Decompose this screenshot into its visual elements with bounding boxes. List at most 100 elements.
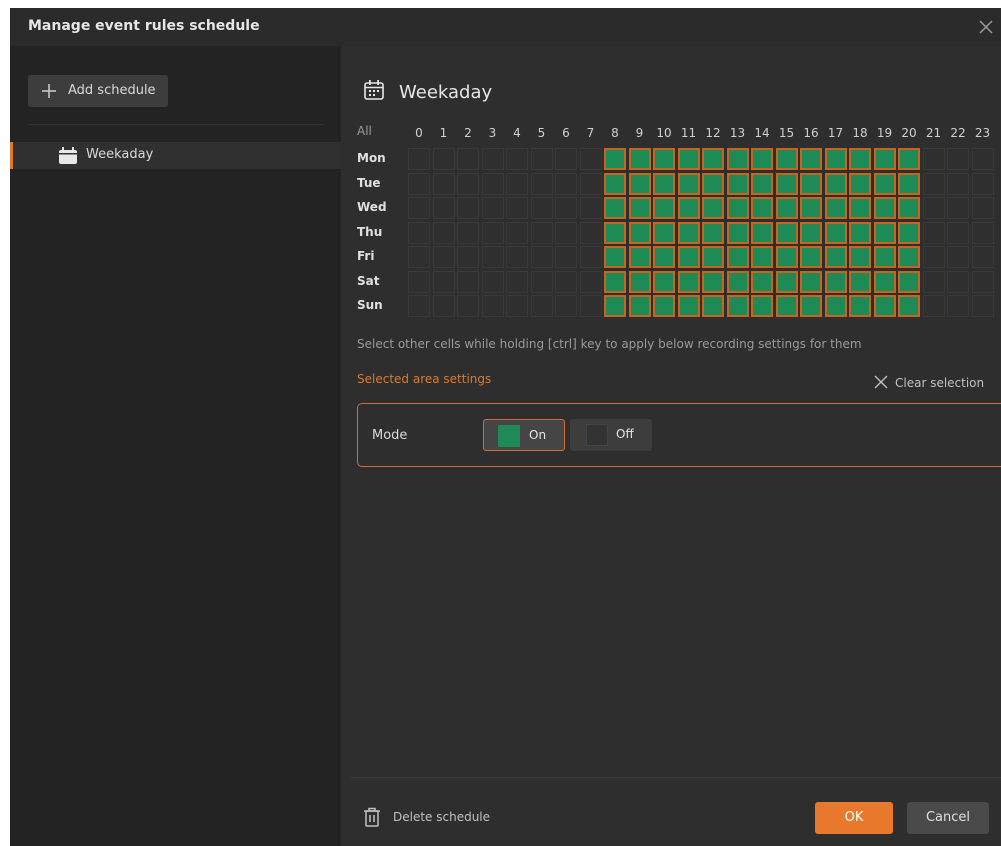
schedule-cell[interactable] — [530, 270, 553, 293]
schedule-cell[interactable] — [873, 270, 896, 293]
schedule-cell[interactable] — [555, 148, 577, 170]
schedule-cell[interactable] — [457, 148, 479, 170]
schedule-cell[interactable] — [873, 221, 896, 244]
schedule-cell[interactable] — [530, 295, 553, 317]
schedule-cell[interactable] — [677, 172, 700, 195]
hour-label[interactable]: 1 — [432, 126, 456, 140]
schedule-cell[interactable] — [628, 221, 651, 244]
schedule-cell[interactable] — [922, 172, 945, 195]
hour-label[interactable]: 16 — [799, 126, 823, 140]
schedule-cell[interactable] — [800, 270, 822, 293]
schedule-cell[interactable] — [506, 270, 528, 293]
schedule-cell[interactable] — [898, 246, 920, 268]
schedule-cell[interactable] — [702, 197, 724, 219]
schedule-cell[interactable] — [481, 197, 504, 219]
schedule-cell[interactable] — [653, 221, 675, 244]
schedule-cell[interactable] — [457, 221, 479, 244]
schedule-cell[interactable] — [824, 221, 847, 244]
schedule-cell[interactable] — [898, 148, 920, 170]
hour-label[interactable]: 3 — [481, 126, 505, 140]
hour-label[interactable]: 8 — [603, 126, 627, 140]
hour-label[interactable]: 21 — [922, 126, 946, 140]
schedule-cell[interactable] — [677, 148, 700, 170]
schedule-cell[interactable] — [628, 172, 651, 195]
schedule-cell[interactable] — [653, 270, 675, 293]
schedule-cell[interactable] — [702, 270, 724, 293]
hour-label[interactable]: 18 — [848, 126, 872, 140]
schedule-cell[interactable] — [677, 295, 700, 317]
schedule-cell[interactable] — [751, 221, 773, 244]
schedule-cell[interactable] — [579, 221, 602, 244]
schedule-cell[interactable] — [849, 295, 871, 317]
schedule-cell[interactable] — [579, 246, 602, 268]
schedule-cell[interactable] — [432, 197, 455, 219]
cancel-button[interactable]: Cancel — [907, 802, 989, 834]
schedule-cell[interactable] — [530, 148, 553, 170]
schedule-cell[interactable] — [775, 295, 798, 317]
schedule-cell[interactable] — [604, 270, 626, 293]
schedule-cell[interactable] — [922, 197, 945, 219]
schedule-cell[interactable] — [408, 197, 430, 219]
schedule-cell[interactable] — [408, 221, 430, 244]
schedule-cell[interactable] — [604, 172, 626, 195]
schedule-cell[interactable] — [628, 148, 651, 170]
ok-button[interactable]: OK — [815, 802, 893, 834]
schedule-cell[interactable] — [873, 172, 896, 195]
schedule-cell[interactable] — [873, 197, 896, 219]
schedule-cell[interactable] — [555, 295, 577, 317]
schedule-cell[interactable] — [555, 197, 577, 219]
schedule-cell[interactable] — [555, 270, 577, 293]
hour-label[interactable]: 19 — [873, 126, 897, 140]
schedule-cell[interactable] — [751, 148, 773, 170]
hour-label[interactable]: 11 — [677, 126, 701, 140]
schedule-cell[interactable] — [579, 295, 602, 317]
day-label[interactable]: Fri — [357, 249, 374, 263]
schedule-cell[interactable] — [898, 172, 920, 195]
schedule-cell[interactable] — [922, 221, 945, 244]
schedule-cell[interactable] — [726, 270, 749, 293]
sidebar-item-weekaday[interactable]: Weekaday — [10, 142, 344, 169]
schedule-cell[interactable] — [432, 246, 455, 268]
day-label[interactable]: Sat — [357, 274, 379, 288]
close-icon[interactable] — [971, 12, 1001, 42]
schedule-cell[interactable] — [898, 197, 920, 219]
schedule-cell[interactable] — [849, 270, 871, 293]
hour-label[interactable]: 23 — [971, 126, 995, 140]
schedule-cell[interactable] — [971, 172, 994, 195]
schedule-cell[interactable] — [604, 221, 626, 244]
schedule-cell[interactable] — [971, 148, 994, 170]
hour-label[interactable]: 2 — [456, 126, 480, 140]
schedule-cell[interactable] — [653, 197, 675, 219]
schedule-cell[interactable] — [824, 270, 847, 293]
hour-label[interactable]: 12 — [701, 126, 725, 140]
hour-label[interactable]: 22 — [946, 126, 970, 140]
schedule-cell[interactable] — [555, 246, 577, 268]
day-label[interactable]: Mon — [357, 151, 386, 165]
schedule-cell[interactable] — [506, 221, 528, 244]
day-label[interactable]: Thu — [357, 225, 382, 239]
schedule-cell[interactable] — [506, 197, 528, 219]
hour-label[interactable]: 9 — [628, 126, 652, 140]
schedule-cell[interactable] — [800, 221, 822, 244]
schedule-cell[interactable] — [971, 246, 994, 268]
schedule-cell[interactable] — [530, 221, 553, 244]
hour-label[interactable]: 13 — [726, 126, 750, 140]
schedule-cell[interactable] — [751, 172, 773, 195]
schedule-cell[interactable] — [408, 148, 430, 170]
day-label[interactable]: Tue — [357, 176, 381, 190]
schedule-cell[interactable] — [800, 246, 822, 268]
hour-label[interactable]: 14 — [750, 126, 774, 140]
hour-label[interactable]: 17 — [824, 126, 848, 140]
select-all-label[interactable]: All — [357, 124, 372, 138]
schedule-cell[interactable] — [849, 148, 871, 170]
schedule-cell[interactable] — [432, 295, 455, 317]
hour-label[interactable]: 20 — [897, 126, 921, 140]
schedule-cell[interactable] — [677, 221, 700, 244]
schedule-cell[interactable] — [873, 148, 896, 170]
schedule-cell[interactable] — [702, 148, 724, 170]
schedule-cell[interactable] — [481, 246, 504, 268]
schedule-cell[interactable] — [432, 221, 455, 244]
schedule-cell[interactable] — [824, 295, 847, 317]
schedule-cell[interactable] — [726, 246, 749, 268]
schedule-cell[interactable] — [677, 246, 700, 268]
